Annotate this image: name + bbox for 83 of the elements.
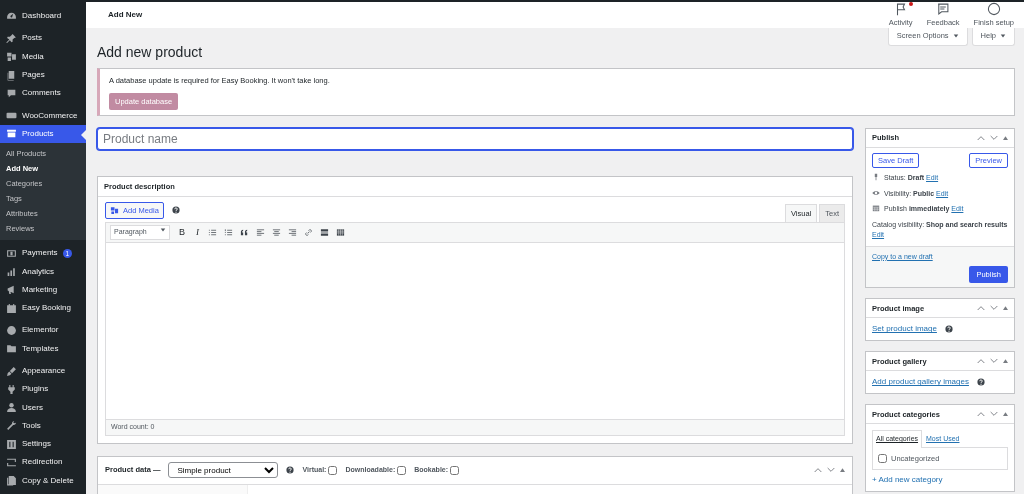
menu-item[interactable]: Elementor (0, 321, 86, 340)
menu-item[interactable]: Users (0, 398, 86, 417)
circle-icon (986, 2, 1001, 16)
menu-item[interactable]: Redirection (0, 453, 86, 472)
menu-item[interactable]: Posts (0, 29, 86, 48)
eye-icon (872, 188, 880, 197)
product-type-select[interactable]: Simple product (168, 462, 279, 479)
menu-item[interactable]: Products (0, 124, 86, 144)
menu-item[interactable]: Appearance (0, 361, 86, 381)
help-icon (171, 206, 180, 215)
menu-item[interactable]: Templates (0, 339, 86, 358)
chevron-up-icon (814, 467, 822, 474)
user-icon (6, 402, 17, 414)
toolbar-toggle-icon[interactable] (336, 228, 345, 238)
format-button[interactable]: B (177, 228, 187, 238)
plug-icon (6, 383, 17, 395)
megaphone-icon (6, 284, 17, 296)
align-left-icon[interactable] (256, 228, 265, 238)
menu-item[interactable]: Marketing (0, 280, 86, 299)
chevron-up-icon (977, 358, 985, 365)
chevron-up-icon (977, 305, 985, 312)
add-gallery-images-link[interactable]: Add product gallery images (872, 376, 969, 389)
collapse-triangle-icon (1003, 135, 1008, 140)
menu-item[interactable]: Dashboard (0, 7, 86, 26)
checkbox[interactable] (878, 453, 887, 463)
media-icon (110, 205, 119, 215)
pin-icon (6, 32, 17, 44)
folder-icon (6, 343, 17, 355)
chevron-down-icon (990, 305, 998, 312)
media-icon (6, 51, 17, 63)
page-header-title: Add New (108, 9, 143, 22)
page-title: Add new product (97, 43, 204, 61)
feedback-icon (936, 2, 951, 16)
chevron-down-icon (827, 467, 835, 474)
checkbox[interactable] (450, 465, 460, 475)
menu-item[interactable]: Settings (0, 435, 86, 454)
collapse-triangle-icon (1003, 412, 1008, 417)
format-button[interactable]: I (194, 228, 201, 238)
menu-item[interactable]: Pages (0, 65, 86, 85)
chevron-down-icon (990, 358, 998, 365)
menu-item[interactable]: Copy & Delete (0, 471, 86, 490)
menu-item[interactable]: Analytics (0, 262, 86, 281)
align-center-icon[interactable] (272, 228, 281, 238)
collapse-triangle-icon (840, 468, 845, 473)
menu-item[interactable]: Tools (0, 416, 86, 436)
calendar-icon (872, 204, 880, 213)
copy-icon (6, 475, 17, 487)
menu-item[interactable]: Easy Booking (0, 298, 86, 318)
chevron-down-icon (990, 411, 998, 418)
add-category-link[interactable]: + Add new category (872, 474, 943, 487)
menu-item[interactable]: Plugins (0, 380, 86, 399)
set-image-link[interactable]: Set product image (872, 323, 937, 336)
brush-icon (6, 365, 17, 377)
collapse-triangle-icon (1003, 306, 1008, 311)
collapse-triangle-icon (1003, 359, 1008, 364)
menu-item[interactable]: Media (0, 47, 86, 66)
checkbox[interactable] (328, 465, 338, 475)
menu-item[interactable]: WooCommerce (0, 106, 86, 125)
wrench-icon (6, 420, 17, 432)
calendar-icon (6, 302, 17, 314)
gauge-icon (6, 10, 17, 22)
menu-item[interactable]: Comments (0, 84, 86, 103)
chevron-down-icon (990, 134, 998, 141)
help-icon (976, 378, 985, 387)
link-icon[interactable] (304, 228, 313, 238)
product-name-field[interactable]: Product name (97, 127, 853, 150)
bullet-list-icon[interactable] (208, 228, 217, 238)
chevron-up-icon (977, 411, 985, 418)
caret-icon (160, 227, 166, 234)
pages-icon (6, 69, 17, 81)
caret-icon (1000, 32, 1006, 39)
chevron-up-icon (977, 134, 985, 141)
caret-icon (952, 32, 959, 39)
speech-bubble-icon (6, 87, 17, 99)
quote-icon[interactable] (240, 228, 249, 238)
help-icon (944, 325, 953, 334)
bar-chart-icon (6, 266, 17, 277)
read-more-icon[interactable] (320, 228, 329, 238)
align-right-icon[interactable] (288, 228, 297, 238)
help-icon (286, 466, 295, 475)
numbered-list-icon[interactable] (224, 228, 233, 238)
checkbox[interactable] (397, 465, 407, 475)
circle-logo-icon (6, 324, 17, 336)
